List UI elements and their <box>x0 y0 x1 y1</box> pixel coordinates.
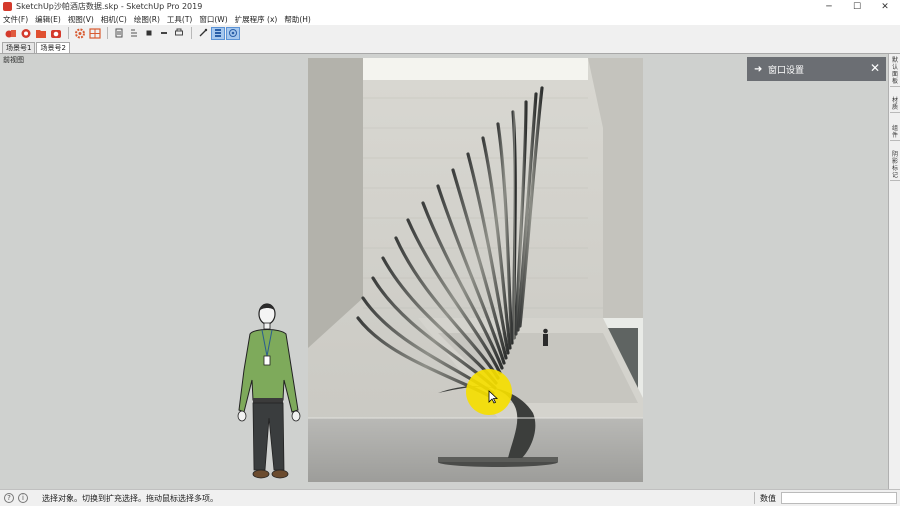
person-figure[interactable] <box>236 300 308 489</box>
measurements-label: 数值 <box>760 494 776 503</box>
view-label: 前视图 <box>3 56 24 64</box>
measurements-input[interactable] <box>781 492 897 504</box>
menu-window[interactable]: 窗口(W) <box>199 14 227 25</box>
style-builder-icon[interactable] <box>88 27 102 40</box>
menu-bar: 文件(F) 编辑(E) 视图(V) 相机(C) 绘图(R) 工具(T) 窗口(W… <box>0 13 900 25</box>
minimize-button[interactable]: ─ <box>816 0 842 13</box>
scene-tabs: 场景号1 场景号2 <box>0 41 900 54</box>
tray-close-icon[interactable]: ✕ <box>870 61 880 75</box>
menu-edit[interactable]: 编辑(E) <box>35 14 61 25</box>
menu-extensions[interactable]: 扩展程序 (x) <box>235 14 278 25</box>
extension-warehouse-icon[interactable] <box>4 27 18 40</box>
side-tab-shadows[interactable]: 阴影标记 <box>890 150 900 181</box>
print-icon[interactable] <box>172 27 186 40</box>
side-tab-default[interactable]: 默认面板 <box>890 56 900 87</box>
pin-arrow-icon[interactable]: ➜ <box>754 64 764 75</box>
mouse-pointer-icon <box>488 390 498 404</box>
tray-side-tabs: 默认面板 材质 组件 阴影标记 <box>888 54 900 489</box>
menu-file[interactable]: 文件(F) <box>3 14 28 25</box>
menu-help[interactable]: 帮助(H) <box>284 14 311 25</box>
menu-view[interactable]: 视图(V) <box>68 14 94 25</box>
geo-location-icon[interactable]: ? <box>4 493 14 503</box>
menu-camera[interactable]: 相机(C) <box>101 14 127 25</box>
credits-icon[interactable]: i <box>18 493 28 503</box>
title-bar: SketchUp沙帕酒店数据.skp - SketchUp Pro 2019 ─… <box>0 0 900 13</box>
menu-tools[interactable]: 工具(T) <box>167 14 192 25</box>
sections-icon[interactable] <box>127 27 141 40</box>
toolbar-separator <box>191 27 192 39</box>
component-icon[interactable] <box>142 27 156 40</box>
solar-icon[interactable] <box>196 27 210 40</box>
tray-title: 窗口设置 <box>768 65 805 76</box>
window-title: SketchUp沙帕酒店数据.skp - SketchUp Pro 2019 <box>16 2 203 11</box>
maximize-button[interactable]: ☐ <box>844 0 870 13</box>
settings-gear-icon[interactable] <box>73 27 87 40</box>
pages-icon[interactable] <box>112 27 126 40</box>
extension-manager-icon[interactable] <box>19 27 33 40</box>
status-separator <box>754 492 755 504</box>
status-bar: ? i 选择对象。切换到扩充选择。拖动鼠标选择多项。 数值 <box>0 489 900 506</box>
scene-tab-1[interactable]: 场景号1 <box>2 42 36 53</box>
shadow-icon[interactable] <box>226 26 240 40</box>
toolbar-separator <box>68 27 69 39</box>
layout-icon[interactable] <box>211 26 225 40</box>
side-tab-materials[interactable]: 材质 <box>890 96 900 113</box>
camera-icon[interactable] <box>49 27 63 40</box>
menu-draw[interactable]: 绘图(R) <box>134 14 160 25</box>
open-folder-icon[interactable] <box>34 27 48 40</box>
atrium-sculpture-image <box>308 58 643 482</box>
close-button[interactable]: ✕ <box>872 0 898 13</box>
scene-tab-2[interactable]: 场景号2 <box>36 42 70 53</box>
toolbar <box>0 25 900 41</box>
drawing-viewport[interactable]: 前视图 <box>0 54 888 489</box>
side-tab-components[interactable]: 组件 <box>890 124 900 141</box>
sandbox-icon[interactable] <box>157 27 171 40</box>
default-tray-header[interactable]: ➜ 窗口设置 ✕ <box>747 57 886 81</box>
sketchup-logo-icon <box>3 2 12 11</box>
sketchup-window: SketchUp沙帕酒店数据.skp - SketchUp Pro 2019 ─… <box>0 0 900 506</box>
status-text: 选择对象。切换到扩充选择。拖动鼠标选择多项。 <box>42 493 218 503</box>
toolbar-separator <box>107 27 108 39</box>
